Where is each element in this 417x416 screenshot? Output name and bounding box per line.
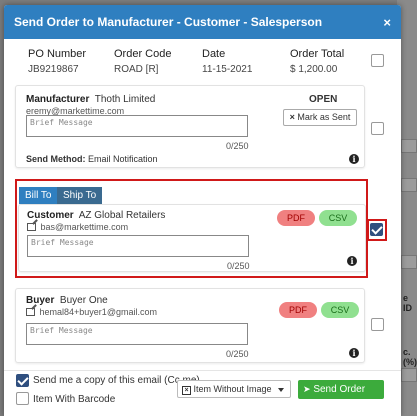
mark-as-sent-label: Mark as Sent [297, 112, 351, 122]
buyer-label: Buyer [26, 295, 55, 306]
background-dropdown [401, 368, 417, 382]
send-method-label: Send Method: [26, 154, 86, 164]
manufacturer-counter: 0/250 [226, 141, 249, 151]
x-icon: × [289, 112, 295, 122]
close-icon[interactable]: × [383, 15, 391, 30]
background-label: e ID [403, 293, 412, 313]
buyer-counter: 0/250 [226, 349, 249, 359]
modal-title: Send Order to Manufacturer - Customer - … [14, 15, 323, 29]
po-number-value: JB9219867 [28, 64, 79, 75]
manufacturer-card: Manufacturer Thoth Limited eremy@markett… [15, 85, 365, 168]
send-order-label: Send Order Now [303, 384, 366, 414]
order-code-col: Order Code ROAD [R] [114, 48, 171, 75]
footer-divider [4, 370, 401, 371]
buyer-name: Buyer One [59, 295, 108, 306]
order-total-header: Order Total [290, 48, 345, 60]
info-icon[interactable]: i [349, 154, 359, 164]
date-col: Date 11-15-2021 [202, 48, 252, 75]
cc-me-label: Send me a copy of this email (Cc me) [33, 375, 200, 386]
buyer-csv-button[interactable]: CSV [321, 302, 359, 318]
send-method: Send Method: Email Notification [26, 154, 158, 164]
image-option-select[interactable]: × Item Without Image [177, 380, 291, 398]
po-number-col: PO Number JB9219867 [28, 48, 86, 75]
manufacturer-title: Manufacturer Thoth Limited [26, 94, 155, 105]
cc-me-checkbox[interactable] [16, 374, 29, 387]
modal-header: Send Order to Manufacturer - Customer - … [4, 5, 401, 39]
mark-as-sent-button[interactable]: × Mark as Sent [283, 109, 357, 126]
highlight-customer-section [15, 179, 368, 278]
send-order-modal: Send Order to Manufacturer - Customer - … [4, 5, 401, 416]
manufacturer-status: OPEN [309, 94, 338, 105]
buyer-message-input[interactable]: Brief Message [26, 323, 248, 345]
select-all-checkbox[interactable] [371, 54, 384, 67]
edit-icon[interactable] [26, 308, 35, 316]
info-icon[interactable]: i [349, 348, 359, 358]
date-header: Date [202, 48, 226, 60]
highlight-customer-checkbox [367, 219, 387, 241]
order-code-header: Order Code [114, 48, 172, 60]
po-number-header: PO Number [28, 48, 87, 60]
buyer-card: Buyer Buyer One hemal84+buyer1@gmail.com… [15, 288, 365, 363]
chevron-down-icon [278, 388, 284, 392]
date-value: 11-15-2021 [202, 64, 253, 75]
buyer-email-row: hemal84+buyer1@gmail.com [26, 307, 157, 317]
buyer-pdf-button[interactable]: PDF [279, 302, 317, 318]
send-icon: ➤ [303, 384, 311, 394]
manufacturer-message-input[interactable]: Brief Message [26, 115, 248, 137]
buyer-checkbox[interactable] [371, 318, 384, 331]
send-method-value: Email Notification [88, 154, 158, 164]
order-total-value: $ 1,200.00 [290, 64, 338, 75]
send-order-button[interactable]: ➤ Send Order Now [298, 380, 384, 414]
background-dropdown [401, 178, 417, 192]
image-option-value: Item Without Image [193, 384, 272, 394]
barcode-checkbox[interactable] [16, 392, 29, 405]
manufacturer-label: Manufacturer [26, 94, 90, 105]
background-dropdown [401, 255, 417, 269]
barcode-label: Item With Barcode [33, 394, 116, 405]
manufacturer-name: Thoth Limited [94, 94, 156, 105]
order-code-value: ROAD [R] [114, 64, 159, 75]
buyer-title: Buyer Buyer One [26, 295, 108, 306]
background-dropdown [401, 139, 417, 153]
order-total-col: Order Total $ 1,200.00 [290, 48, 344, 75]
manufacturer-checkbox[interactable] [371, 122, 384, 135]
buyer-email: hemal84+buyer1@gmail.com [39, 307, 157, 317]
x-square-icon: × [182, 386, 191, 395]
background-label: c.(%) [403, 347, 417, 367]
